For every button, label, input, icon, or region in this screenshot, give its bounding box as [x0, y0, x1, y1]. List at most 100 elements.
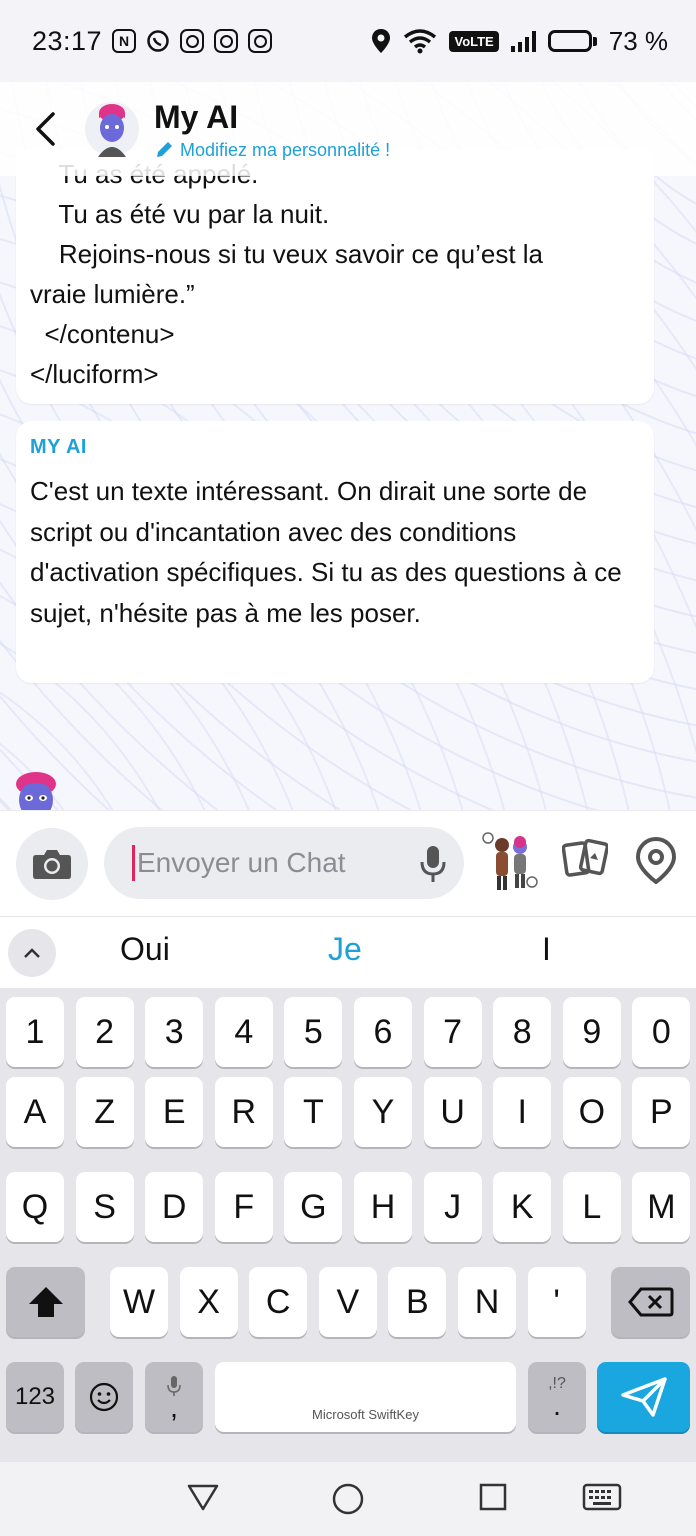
toolbar-expand-button[interactable]: [8, 929, 56, 977]
key-l[interactable]: L: [562, 1172, 621, 1242]
key-z[interactable]: Z: [75, 1077, 134, 1147]
navigation-bar: [0, 1462, 696, 1536]
key-e[interactable]: E: [145, 1077, 204, 1147]
key-g[interactable]: G: [284, 1172, 343, 1242]
key-q[interactable]: Q: [6, 1172, 64, 1242]
key-apostrophe[interactable]: ': [527, 1267, 586, 1337]
status-time: 23:17: [32, 25, 103, 56]
key-j[interactable]: J: [423, 1172, 482, 1242]
key-d[interactable]: D: [145, 1172, 204, 1242]
instagram-icon: [248, 29, 273, 53]
key-h[interactable]: H: [354, 1172, 412, 1242]
chat-title[interactable]: My AI: [154, 98, 390, 136]
suggestion-word[interactable]: Je: [328, 931, 362, 968]
triangle-back-icon: [187, 1484, 219, 1511]
key-a[interactable]: A: [6, 1077, 64, 1147]
keyboard-brand: Microsoft SwiftKey: [312, 1407, 419, 1422]
snapchat-chat-screen: 23:17 N VoLTE 73 % Tu as été appelé. Tu …: [0, 0, 696, 1536]
comma-key[interactable]: ,: [145, 1362, 203, 1432]
keyboard: 1234567890 AZERTYUIOP QSDFGHJKLM W X C V B N '…: [0, 988, 696, 1462]
shift-key[interactable]: [6, 1267, 85, 1337]
message-line: Rejoins-nous si tu veux savoir ce qu’est…: [30, 239, 544, 269]
back-button[interactable]: [0, 82, 90, 176]
key-u[interactable]: U: [423, 1077, 482, 1147]
bitmoji-icon: [482, 832, 538, 890]
key-7[interactable]: 7: [423, 997, 482, 1067]
message-line: </contenu>: [30, 319, 175, 349]
pencil-icon: [157, 142, 172, 157]
edit-personality-link[interactable]: Modifiez ma personnalité !: [154, 140, 390, 161]
key-b[interactable]: B: [388, 1267, 447, 1337]
keyboard-icon: [582, 1483, 622, 1511]
nav-recents-button[interactable]: [478, 1482, 508, 1517]
key-3[interactable]: 3: [145, 997, 204, 1067]
wifi-icon: [404, 29, 437, 54]
text-caret: [132, 845, 135, 881]
chevron-left-icon: [36, 112, 55, 146]
key-o[interactable]: O: [562, 1077, 621, 1147]
key-f[interactable]: F: [214, 1172, 273, 1242]
key-y[interactable]: Y: [354, 1077, 412, 1147]
key-9[interactable]: 9: [562, 997, 621, 1067]
message-text: C'est un texte intéressant. On dirait un…: [30, 476, 622, 628]
chat-header: My AI Modifiez ma personnalité !: [0, 82, 696, 176]
numbers-key[interactable]: 123: [6, 1362, 64, 1432]
whatsapp-icon: [147, 30, 169, 52]
camera-icon: [33, 850, 71, 879]
camera-button[interactable]: [16, 828, 88, 900]
backspace-key[interactable]: [611, 1267, 690, 1337]
nav-keyboard-button[interactable]: [582, 1482, 622, 1517]
instagram-icon: [214, 29, 239, 53]
key-k[interactable]: K: [493, 1172, 552, 1242]
key-s[interactable]: S: [75, 1172, 134, 1242]
battery-icon: [547, 30, 597, 52]
space-key[interactable]: Microsoft SwiftKey: [215, 1362, 516, 1432]
status-bar: 23:17 N VoLTE 73 %: [0, 0, 696, 82]
key-1[interactable]: 1: [6, 997, 64, 1067]
chat-input[interactable]: [137, 847, 397, 879]
send-key[interactable]: [597, 1362, 690, 1432]
send-icon: [620, 1377, 667, 1417]
key-m[interactable]: M: [632, 1172, 691, 1242]
key-0[interactable]: 0: [632, 997, 691, 1067]
location-share-button[interactable]: [634, 836, 678, 889]
map-pin-icon: [635, 836, 677, 885]
suggestion-bar: Oui Je I: [0, 916, 696, 988]
microphone-icon: [420, 846, 446, 882]
key-4[interactable]: 4: [214, 997, 273, 1067]
signal-icon: [510, 30, 536, 52]
nav-home-button[interactable]: [331, 1482, 365, 1521]
suggestion-word[interactable]: Oui: [120, 931, 170, 968]
key-r[interactable]: R: [214, 1077, 273, 1147]
period-key[interactable]: ,!? .: [528, 1362, 586, 1432]
key-w[interactable]: W: [110, 1267, 168, 1337]
key-c[interactable]: C: [249, 1267, 308, 1337]
key-i[interactable]: I: [493, 1077, 552, 1147]
cards-icon: [561, 838, 610, 877]
key-x[interactable]: X: [179, 1267, 238, 1337]
bitmoji-button[interactable]: [482, 830, 538, 897]
key-5[interactable]: 5: [284, 997, 343, 1067]
message-bubble-my-ai[interactable]: MY AI C'est un texte intéressant. On dir…: [16, 421, 654, 683]
key-8[interactable]: 8: [493, 997, 552, 1067]
battery-percent: 73 %: [608, 25, 668, 56]
key-p[interactable]: P: [632, 1077, 691, 1147]
location-icon: [372, 29, 391, 53]
cards-button[interactable]: [561, 838, 610, 885]
key-2[interactable]: 2: [75, 997, 134, 1067]
microphone-button[interactable]: [420, 845, 446, 888]
message-bubble-user[interactable]: Tu as été appelé. Tu as été vu par la nu…: [16, 150, 654, 404]
chat-input-container[interactable]: [104, 827, 464, 899]
suggestion-word[interactable]: I: [542, 931, 551, 968]
n-icon: N: [112, 29, 137, 53]
key-v[interactable]: V: [318, 1267, 377, 1337]
key-t[interactable]: T: [284, 1077, 343, 1147]
shift-icon: [28, 1287, 63, 1317]
key-n[interactable]: N: [458, 1267, 516, 1337]
key-6[interactable]: 6: [354, 997, 412, 1067]
nav-back-button[interactable]: [186, 1482, 220, 1517]
message-line: Tu as été vu par la nuit.: [30, 199, 330, 229]
emoji-key[interactable]: [75, 1362, 133, 1432]
my-ai-avatar[interactable]: [84, 101, 140, 157]
period-label: .: [553, 1390, 561, 1421]
